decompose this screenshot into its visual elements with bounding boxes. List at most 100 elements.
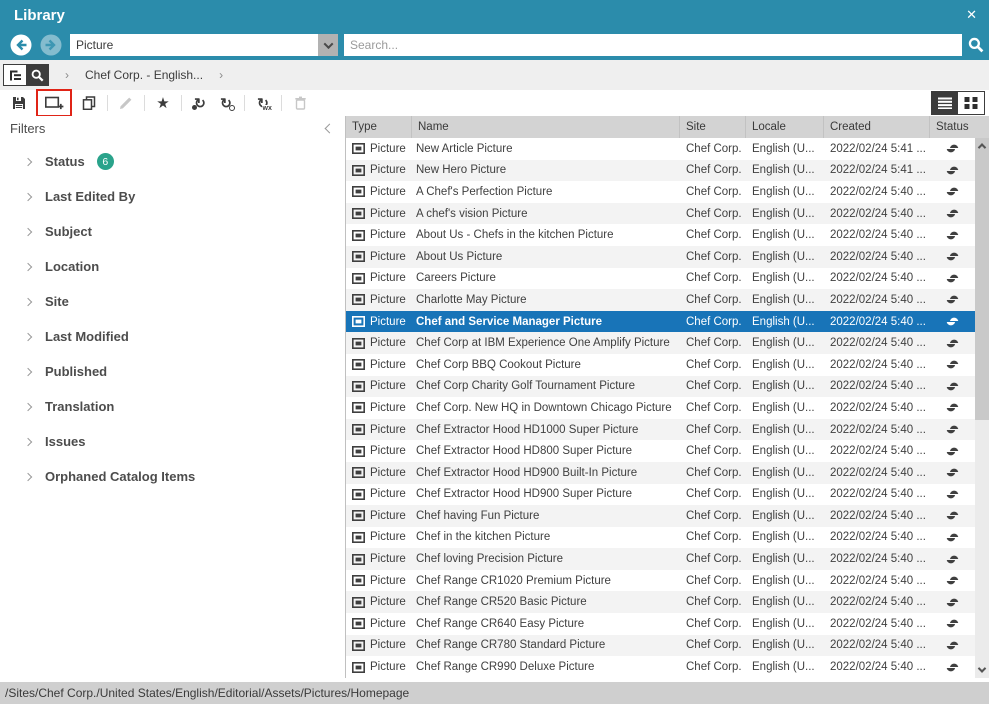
name-cell: Chef Corp BBQ Cookout Picture [412,359,680,371]
save-button[interactable] [8,92,30,114]
table-row[interactable]: Picture Chef Range CR640 Easy Picture Ch… [346,613,975,635]
close-icon[interactable]: ✕ [966,7,977,23]
picture-type-icon [352,575,365,586]
filter-item[interactable]: Last Modified [0,319,345,354]
name-cell: A chef's vision Picture [412,208,680,220]
table-row[interactable]: Picture Chef Range CR520 Basic Picture C… [346,591,975,613]
created-cell: 2022/02/24 5:40 ... [824,488,930,500]
column-header-type[interactable]: Type [346,116,412,138]
column-header-locale[interactable]: Locale [746,116,824,138]
filter-item[interactable]: Location [0,249,345,284]
history-refresh-button[interactable]: ↻ [215,92,237,114]
locale-cell: English (U... [746,316,824,328]
column-header-created[interactable]: Created [824,116,930,138]
column-header-site[interactable]: Site [680,116,746,138]
table-row[interactable]: Picture About Us Picture Chef Corp. Engl… [346,246,975,268]
search-input[interactable] [344,34,962,56]
table-row[interactable]: Picture A chef's vision Picture Chef Cor… [346,203,975,225]
table-row[interactable]: Picture About Us - Chefs in the kitchen … [346,224,975,246]
table-row[interactable]: Picture Chef Corp BBQ Cookout Picture Ch… [346,354,975,376]
chevron-right-icon [24,192,32,200]
table-row[interactable]: Picture Charlotte May Picture Chef Corp.… [346,289,975,311]
scrollbar-thumb[interactable] [975,154,989,420]
breadcrumb-item[interactable]: Chef Corp. - English... [85,68,203,82]
table-row[interactable]: Picture Chef Corp Charity Golf Tournamen… [346,376,975,398]
column-header-status[interactable]: Status [930,116,989,138]
search-view-toggle[interactable] [26,65,48,85]
name-cell: Chef Range CR990 Deluxe Picture [412,661,680,673]
scroll-up-button[interactable] [975,138,989,154]
edit-button[interactable] [115,92,137,114]
name-cell: Chef Range CR1020 Premium Picture [412,575,680,587]
filter-item[interactable]: Site [0,284,345,319]
vertical-scrollbar[interactable] [975,138,989,678]
results-table: Type Name Site Locale Created Status [346,116,989,678]
filter-label: Issues [45,434,85,449]
table-row[interactable]: Picture Chef having Fun Picture Chef Cor… [346,505,975,527]
picture-type-icon [352,446,365,457]
filter-item[interactable]: Last Edited By [0,179,345,214]
name-cell: About Us - Chefs in the kitchen Picture [412,229,680,241]
chevron-right-icon [24,157,32,165]
table-row[interactable]: Picture Chef Corp at IBM Experience One … [346,332,975,354]
locale-cell: English (U... [746,596,824,608]
table-row[interactable]: Picture Chef and Service Manager Picture… [346,311,975,333]
site-cell: Chef Corp. [680,294,746,306]
table-row[interactable]: Picture A Chef's Perfection Picture Chef… [346,181,975,203]
table-row[interactable]: Picture Chef Extractor Hood HD1000 Super… [346,419,975,441]
table-row[interactable]: Picture New Hero Picture Chef Corp. Engl… [346,160,975,182]
list-view-button[interactable] [932,92,958,114]
filter-item[interactable]: Published [0,354,345,389]
workflow-refresh-button[interactable]: ↻ [189,92,211,114]
filter-item[interactable]: Subject [0,214,345,249]
filter-label: Subject [45,224,92,239]
table-row[interactable]: Picture Careers Picture Chef Corp. Engli… [346,268,975,290]
search-button[interactable] [965,34,987,56]
table-row[interactable]: Picture Chef in the kitchen Picture Chef… [346,527,975,549]
delete-button[interactable] [289,92,311,114]
type-cell: Picture [346,661,412,673]
table-row[interactable]: Picture Chef Corp. New HQ in Downtown Ch… [346,397,975,419]
picture-type-icon [352,532,365,543]
table-row[interactable]: Picture Chef Extractor Hood HD900 Super … [346,484,975,506]
back-button[interactable] [10,34,32,56]
scope-input[interactable] [70,34,318,56]
workflow-status-icon [946,164,959,177]
scope-dropdown-button[interactable] [318,34,338,56]
favorite-button[interactable]: ★ [152,92,174,114]
filter-item[interactable]: Issues [0,424,345,459]
name-cell: Charlotte May Picture [412,294,680,306]
table-row[interactable]: Picture Chef Range CR1020 Premium Pictur… [346,570,975,592]
status-cell [930,531,975,544]
created-cell: 2022/02/24 5:40 ... [824,186,930,198]
picture-type-icon [352,251,365,262]
name-cell: Chef loving Precision Picture [412,553,680,565]
add-picture-button[interactable] [43,92,65,114]
copy-button[interactable] [78,92,100,114]
created-cell: 2022/02/24 5:40 ... [824,618,930,630]
table-row[interactable]: Picture Chef Range CR780 Standard Pictur… [346,635,975,657]
grid-view-button[interactable] [958,92,984,114]
table-row[interactable]: Picture Chef Range CR990 Deluxe Picture … [346,656,975,678]
locale-cell: English (U... [746,380,824,392]
translate-button[interactable]: ↻wx [252,92,274,114]
filter-item[interactable]: Translation [0,389,345,424]
locale-cell: English (U... [746,661,824,673]
table-row[interactable]: Picture Chef Extractor Hood HD800 Super … [346,440,975,462]
site-cell: Chef Corp. [680,445,746,457]
table-row[interactable]: Picture New Article Picture Chef Corp. E… [346,138,975,160]
created-cell: 2022/02/24 5:40 ... [824,553,930,565]
status-cell [930,445,975,458]
name-cell: Chef Range CR640 Easy Picture [412,618,680,630]
collapse-panel-icon[interactable] [325,123,335,133]
scroll-down-button[interactable] [975,662,989,678]
workflow-status-icon [946,142,959,155]
created-cell: 2022/02/24 5:40 ... [824,467,930,479]
filter-item[interactable]: Orphaned Catalog Items [0,459,345,494]
filter-item[interactable]: Status 6 [0,144,345,179]
table-row[interactable]: Picture Chef loving Precision Picture Ch… [346,548,975,570]
column-header-name[interactable]: Name [412,116,680,138]
table-row[interactable]: Picture Chef Extractor Hood HD900 Built-… [346,462,975,484]
tree-view-toggle[interactable] [4,65,26,85]
forward-button[interactable] [40,34,62,56]
